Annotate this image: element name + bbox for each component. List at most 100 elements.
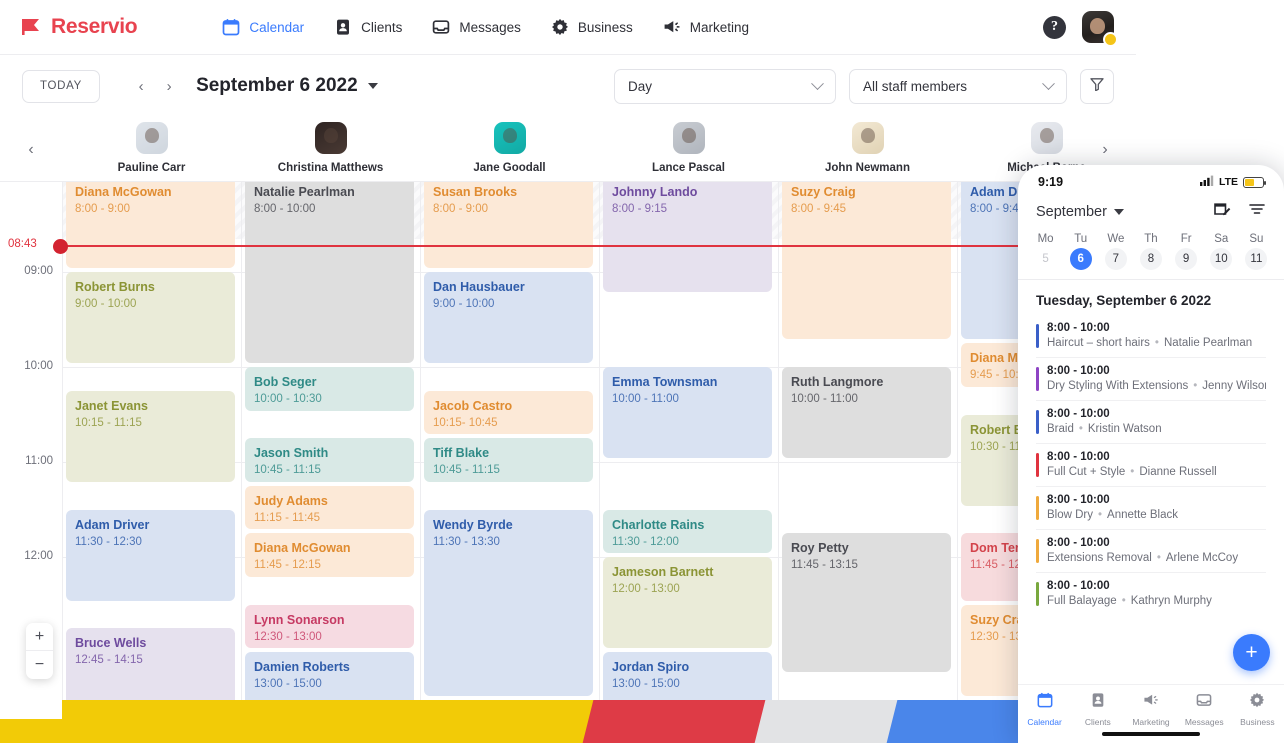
phone-tab-calendar[interactable]: Calendar [1018, 692, 1071, 727]
calendar-event[interactable]: Bob Seger10:00 - 10:30 [245, 367, 414, 411]
zoom-out-button[interactable]: − [26, 651, 53, 679]
calendar-event[interactable]: Jacob Castro10:15- 10:45 [424, 391, 593, 435]
phone-week-day[interactable]: Tu6 [1063, 233, 1098, 270]
appointment-client: Natalie Pearlman [1164, 337, 1252, 349]
staff-select-value: All staff members [863, 79, 967, 94]
event-client-name: Natalie Pearlman [254, 185, 405, 200]
phone-day-number[interactable]: 11 [1245, 248, 1267, 270]
help-icon[interactable]: ? [1043, 16, 1066, 39]
phone-week-day[interactable]: Su 11 [1239, 233, 1274, 270]
phone-week-day[interactable]: Th8 [1133, 233, 1168, 270]
phone-tab-business[interactable]: Business [1231, 692, 1284, 727]
current-time-label: 08:43 [8, 238, 37, 250]
user-avatar-menu[interactable] [1082, 11, 1114, 43]
calendar-day-column[interactable]: Diana McGowan8:00 - 9:00Robert Burns9:00… [62, 182, 241, 719]
nav-item-calendar[interactable]: Calendar [222, 18, 304, 36]
calendar-grid[interactable]: 08:0009:0010:0011:0012:00 Diana McGowan8… [0, 182, 1136, 719]
phone-month-selector[interactable]: September [1036, 204, 1124, 220]
staff-column-header[interactable]: Christina Matthews [241, 117, 420, 174]
date-title[interactable]: September 6 2022 [196, 75, 378, 97]
calendar-event[interactable]: Adam Driver11:30 - 12:30 [66, 510, 235, 601]
phone-appointment-item[interactable]: 8:00 - 10:00Full Balayage•Kathryn Murphy [1036, 572, 1266, 615]
color-bar-segment [0, 700, 620, 743]
prev-day-button[interactable]: ‹ [128, 73, 154, 99]
phone-tab-messages[interactable]: Messages [1178, 692, 1231, 727]
calendar-event[interactable]: Suzy Craig8:00 - 9:45 [782, 182, 951, 339]
phone-week-day[interactable]: Mo5 [1028, 233, 1063, 270]
phone-appointment-item[interactable]: 8:00 - 10:00Braid•Kristin Watson [1036, 400, 1266, 443]
calendar-event[interactable]: Dan Hausbauer9:00 - 10:00 [424, 272, 593, 363]
calendar-event[interactable]: Tiff Blake10:45 - 11:15 [424, 438, 593, 482]
appointment-time: 8:00 - 10:00 [1047, 580, 1266, 592]
phone-day-number[interactable]: 8 [1140, 248, 1162, 270]
brand-logo[interactable]: Reservio [22, 15, 137, 39]
phone-day-number[interactable]: 7 [1105, 248, 1127, 270]
calendar-event[interactable]: Jason Smith10:45 - 11:15 [245, 438, 414, 482]
event-time: 9:00 - 10:00 [75, 297, 226, 312]
staff-column-header[interactable]: John Newmann [778, 117, 957, 174]
phone-appointment-item[interactable]: 8:00 - 10:00Dry Styling With Extensions•… [1036, 357, 1266, 400]
calendar-event[interactable]: Lynn Sonarson12:30 - 13:00 [245, 605, 414, 649]
event-client-name: Diana McGowan [75, 185, 226, 200]
calendar-day-column[interactable]: Natalie Pearlman8:00 - 10:00Bob Seger10:… [241, 182, 420, 719]
calendar-event[interactable]: Jameson Barnett12:00 - 13:00 [603, 557, 772, 648]
calendar-icon [222, 18, 240, 36]
calendar-event[interactable]: Johnny Lando8:00 - 9:15 [603, 182, 772, 292]
filter-icon[interactable] [1248, 200, 1266, 223]
event-client-name: Tiff Blake [433, 446, 584, 461]
calendar-event[interactable]: Ruth Langmore10:00 - 11:00 [782, 367, 951, 458]
staff-column-header[interactable]: Jane Goodall [420, 117, 599, 174]
phone-week-day[interactable]: We7 [1098, 233, 1133, 270]
calendar-event[interactable]: Charlotte Rains11:30 - 12:00 [603, 510, 772, 554]
appointment-service: Extensions Removal [1047, 552, 1152, 564]
phone-week-day[interactable]: Fr9 [1169, 233, 1204, 270]
calendar-day-column[interactable]: Suzy Craig8:00 - 9:45 Ruth Langmore10:00 … [778, 182, 957, 719]
view-select[interactable]: Day [614, 69, 836, 104]
nav-item-messages[interactable]: Messages [432, 18, 521, 36]
today-button[interactable]: TODAY [22, 70, 100, 103]
phone-appointment-item[interactable]: 8:00 - 10:00Extensions Removal•Arlene Mc… [1036, 529, 1266, 572]
calendar-event[interactable]: Diana McGowan11:45 - 12:15 [245, 533, 414, 577]
appointment-time: 8:00 - 10:00 [1047, 537, 1266, 549]
phone-week-day[interactable]: Sa10 [1204, 233, 1239, 270]
phone-appointment-item[interactable]: 8:00 - 10:00Full Cut + Style•Dianne Russ… [1036, 443, 1266, 486]
staff-column-header[interactable]: Lance Pascal [599, 117, 778, 174]
phone-day-number[interactable]: 6 [1070, 248, 1092, 270]
nav-item-marketing[interactable]: Marketing [663, 18, 749, 36]
next-day-button[interactable]: › [156, 73, 182, 99]
add-appointment-fab[interactable]: + [1233, 634, 1270, 671]
appointment-color-bar [1036, 367, 1039, 391]
calendar-event[interactable]: Wendy Byrde11:30 - 13:30 [424, 510, 593, 696]
calendar-event[interactable]: Diana McGowan8:00 - 9:00 [66, 182, 235, 268]
calendar-event[interactable]: Susan Brooks8:00 - 9:00 [424, 182, 593, 268]
phone-day-number[interactable]: 10 [1210, 248, 1232, 270]
nav-item-label: Messages [459, 20, 521, 35]
calendar-event[interactable]: Judy Adams11:15 - 11:45 [245, 486, 414, 530]
calendar-day-column[interactable]: Johnny Lando8:00 - 9:15 Emma Townsman10:0… [599, 182, 778, 719]
phone-day-of-week: Su [1249, 233, 1263, 245]
calendar-edit-icon[interactable] [1213, 200, 1231, 223]
appointment-time: 8:00 - 10:00 [1047, 322, 1266, 334]
phone-tab-marketing[interactable]: Marketing [1124, 692, 1177, 727]
calendar-day-column[interactable]: Susan Brooks8:00 - 9:00Dan Hausbauer9:00… [420, 182, 599, 719]
calendar-event[interactable]: Robert Burns9:00 - 10:00 [66, 272, 235, 363]
staff-name: John Newmann [825, 162, 910, 174]
filter-button[interactable] [1080, 69, 1114, 104]
phone-tab-clients[interactable]: Clients [1071, 692, 1124, 727]
event-time: 12:30 - 13:00 [254, 630, 405, 645]
calendar-event[interactable]: Roy Petty11:45 - 13:15 [782, 533, 951, 672]
calendar-event[interactable]: Emma Townsman10:00 - 11:00 [603, 367, 772, 458]
phone-day-number[interactable]: 5 [1035, 248, 1057, 270]
nav-item-label: Calendar [249, 20, 304, 35]
phone-appointment-item[interactable]: 8:00 - 10:00Haircut – short hairs•Natali… [1036, 315, 1266, 357]
nav-item-business[interactable]: Business [551, 18, 633, 36]
calendar-event[interactable]: Janet Evans10:15 - 11:15 [66, 391, 235, 482]
phone-day-number[interactable]: 9 [1175, 248, 1197, 270]
staff-prev-button[interactable]: ‹ [0, 117, 62, 182]
staff-select[interactable]: All staff members [849, 69, 1067, 104]
staff-column-header[interactable]: Pauline Carr [62, 117, 241, 174]
zoom-in-button[interactable]: + [26, 623, 53, 651]
phone-appointment-item[interactable]: 8:00 - 10:00Blow Dry•Annette Black [1036, 486, 1266, 529]
calendar-event[interactable]: Natalie Pearlman8:00 - 10:00 [245, 182, 414, 363]
nav-item-clients[interactable]: Clients [334, 18, 402, 36]
